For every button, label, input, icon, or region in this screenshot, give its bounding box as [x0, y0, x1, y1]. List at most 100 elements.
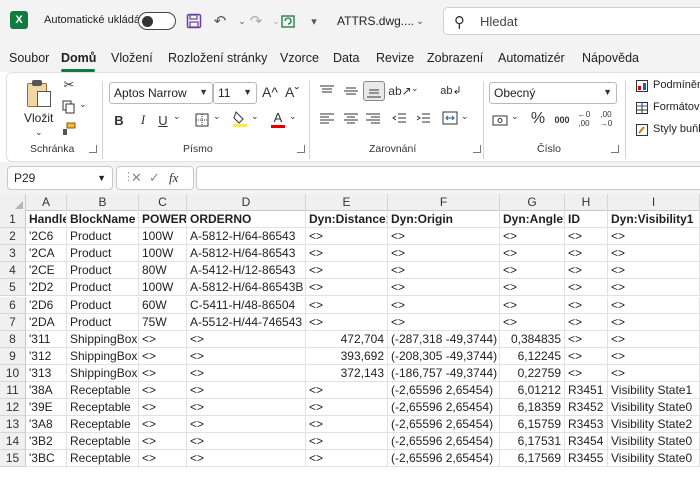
filename-chevron-icon[interactable]: ⌄ — [410, 11, 430, 31]
table-cell[interactable]: '2C6 — [26, 228, 67, 246]
tab-rozlozeni-stranky[interactable]: Rozložení stránky — [168, 51, 267, 65]
number-format-select[interactable]: Obecný ▼ — [489, 82, 617, 104]
underline-dropdown-icon[interactable]: ⌄ — [173, 111, 181, 122]
conditional-formatting-button[interactable]: Podmíněn — [653, 79, 700, 91]
table-cell[interactable]: '38A — [26, 382, 67, 399]
table-cell[interactable]: <> — [608, 245, 700, 263]
name-box[interactable]: P29 ▼ — [7, 166, 113, 190]
table-cell[interactable]: <> — [608, 313, 700, 331]
fill-color-dropdown-icon[interactable]: ⌄ — [251, 111, 259, 122]
font-color-icon[interactable]: A — [269, 109, 287, 129]
table-cell[interactable]: 60W — [139, 296, 187, 314]
table-cell[interactable]: (-2,65596 2,65454) — [388, 399, 500, 417]
italic-button[interactable]: I — [135, 111, 151, 129]
table-cell[interactable]: Product — [67, 313, 139, 331]
customize-toolbar-icon[interactable]: ▾ — [304, 11, 324, 31]
thousands-separator-button[interactable]: 000 — [551, 111, 573, 129]
table-cell[interactable]: <> — [306, 245, 388, 263]
column-header-c[interactable]: C — [139, 194, 187, 211]
header-cell[interactable]: Dyn:Origin — [388, 211, 500, 228]
number-launcher-icon[interactable] — [611, 145, 619, 153]
table-cell[interactable]: <> — [388, 228, 500, 246]
paste-dropdown-icon[interactable]: ⌄ — [35, 127, 43, 138]
table-cell[interactable]: A-5512-H/44-746543 — [187, 313, 306, 331]
table-cell[interactable]: <> — [187, 416, 306, 434]
increase-decimal-icon[interactable]: ←0,00 — [575, 109, 593, 129]
table-cell[interactable]: '39E — [26, 399, 67, 417]
table-cell[interactable]: Receptable — [67, 382, 139, 399]
table-cell[interactable]: <> — [306, 279, 388, 297]
table-cell[interactable]: 472,704 — [306, 330, 388, 348]
table-cell[interactable]: <> — [500, 262, 565, 280]
table-cell[interactable]: 100W — [139, 245, 187, 263]
font-launcher-icon[interactable] — [297, 145, 305, 153]
table-cell[interactable]: Visibility State0 — [608, 433, 700, 451]
decrease-indent-icon[interactable] — [391, 111, 407, 127]
table-cell[interactable]: Product — [67, 228, 139, 246]
header-cell[interactable]: Dyn:Angle1 — [500, 211, 565, 228]
table-cell[interactable]: A-5812-H/64-86543B — [187, 279, 306, 297]
table-cell[interactable]: '311 — [26, 330, 67, 348]
table-cell[interactable]: <> — [306, 296, 388, 314]
clipboard-launcher-icon[interactable] — [89, 145, 97, 153]
row-header[interactable]: 1 — [0, 211, 26, 228]
header-cell[interactable]: Dyn:Visibility1 — [608, 211, 700, 228]
table-cell[interactable]: Visibility State1 — [608, 382, 700, 399]
font-color-dropdown-icon[interactable]: ⌄ — [289, 111, 297, 122]
table-cell[interactable]: R3454 — [565, 433, 608, 451]
table-cell[interactable]: <> — [565, 296, 608, 314]
header-cell[interactable]: Handle — [26, 211, 67, 228]
table-cell[interactable]: ShippingBox — [67, 347, 139, 365]
orientation-icon[interactable]: ab↗ — [388, 82, 411, 100]
accounting-format-icon[interactable] — [491, 111, 509, 129]
column-header-a[interactable]: A — [26, 194, 67, 211]
borders-icon[interactable] — [193, 111, 211, 129]
table-cell[interactable]: 100W — [139, 228, 187, 246]
copy-icon[interactable] — [61, 99, 77, 115]
row-header[interactable]: 10 — [0, 364, 26, 382]
table-cell[interactable]: Visibility State0 — [608, 399, 700, 417]
table-cell[interactable]: <> — [187, 347, 306, 365]
alignment-launcher-icon[interactable] — [473, 145, 481, 153]
table-cell[interactable]: '312 — [26, 347, 67, 365]
tab-automatizer[interactable]: Automatizér — [498, 51, 565, 65]
table-cell[interactable]: R3453 — [565, 416, 608, 434]
header-cell[interactable]: ID — [565, 211, 608, 228]
column-header-d[interactable]: D — [187, 194, 306, 211]
table-cell[interactable]: <> — [608, 279, 700, 297]
format-as-table-icon[interactable] — [635, 101, 649, 115]
format-as-table-button[interactable]: Formátova — [653, 101, 700, 113]
table-cell[interactable]: <> — [565, 347, 608, 365]
copy-dropdown-icon[interactable]: ⌄ — [79, 99, 87, 110]
table-cell[interactable]: C-5411-H/48-86504 — [187, 296, 306, 314]
table-cell[interactable]: R3451 — [565, 382, 608, 399]
table-cell[interactable]: <> — [565, 245, 608, 263]
table-cell[interactable]: 6,12245 — [500, 347, 565, 365]
table-cell[interactable]: <> — [187, 330, 306, 348]
table-cell[interactable]: A-5412-H/12-86543 — [187, 262, 306, 280]
table-cell[interactable]: <> — [306, 228, 388, 246]
column-header-f[interactable]: F — [388, 194, 500, 211]
row-header[interactable]: 7 — [0, 313, 26, 331]
table-cell[interactable]: '2CE — [26, 262, 67, 280]
table-cell[interactable]: R3452 — [565, 399, 608, 417]
table-cell[interactable]: Product — [67, 296, 139, 314]
table-cell[interactable]: (-2,65596 2,65454) — [388, 450, 500, 468]
orientation-dropdown-icon[interactable]: ⌄ — [411, 83, 419, 94]
header-cell[interactable]: Dyn:Distance1 — [306, 211, 388, 228]
row-header[interactable]: 3 — [0, 245, 26, 263]
table-cell[interactable]: 75W — [139, 313, 187, 331]
save-icon[interactable] — [184, 11, 204, 31]
table-cell[interactable]: Visibility State2 — [608, 416, 700, 434]
row-header[interactable]: 15 — [0, 450, 26, 468]
formula-input[interactable] — [196, 166, 700, 190]
table-cell[interactable]: <> — [500, 245, 565, 263]
undo-icon[interactable]: ↶ — [210, 11, 230, 31]
table-cell[interactable]: <> — [500, 313, 565, 331]
table-cell[interactable]: '3BC — [26, 450, 67, 468]
header-cell[interactable]: BlockName — [67, 211, 139, 228]
table-cell[interactable]: 80W — [139, 262, 187, 280]
table-cell[interactable]: <> — [139, 433, 187, 451]
enter-icon[interactable]: ✓ — [149, 170, 160, 186]
table-cell[interactable]: <> — [565, 228, 608, 246]
